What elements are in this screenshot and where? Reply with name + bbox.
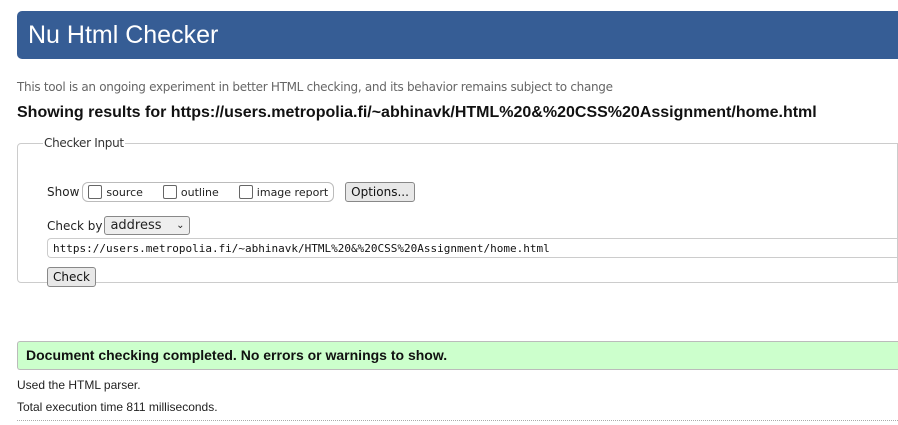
options-button[interactable]: Options...: [345, 182, 415, 202]
chevron-down-icon: ⌄: [176, 220, 185, 231]
check-by-select[interactable]: address ⌄: [104, 216, 191, 235]
image-report-label[interactable]: image report: [257, 186, 328, 199]
divider: [17, 420, 898, 421]
app-title: Nu Html Checker: [28, 21, 219, 49]
url-input[interactable]: https://users.metropolia.fi/~abhinavk/HT…: [47, 238, 897, 258]
execution-time: Total execution time 811 milliseconds.: [17, 400, 218, 414]
checker-input-panel: Checker Input Show source outline image …: [17, 136, 898, 287]
intro-text: This tool is an ongoing experiment in be…: [17, 80, 613, 94]
results-heading: Showing results for https://users.metrop…: [17, 104, 817, 121]
check-by-label: Check by: [47, 218, 103, 233]
image-report-checkbox[interactable]: [238, 185, 253, 199]
source-checkbox[interactable]: [88, 185, 103, 199]
outline-checkbox[interactable]: [162, 185, 177, 199]
success-message: Document checking completed. No errors o…: [17, 341, 898, 370]
show-label: Show: [47, 185, 80, 199]
check-row: Check: [47, 267, 96, 287]
show-options-group: source outline image report: [82, 182, 335, 202]
parser-info: Used the HTML parser.: [17, 378, 141, 392]
app-header: Nu Html Checker: [17, 11, 898, 59]
checker-input-legend: Checker Input: [44, 136, 124, 150]
show-row: Show source outline image report Options…: [47, 182, 415, 202]
check-button[interactable]: Check: [47, 267, 96, 287]
source-label[interactable]: source: [106, 186, 143, 199]
outline-label[interactable]: outline: [181, 186, 219, 199]
check-by-value: address: [110, 218, 162, 233]
check-by-row: Check by address ⌄: [47, 216, 191, 235]
